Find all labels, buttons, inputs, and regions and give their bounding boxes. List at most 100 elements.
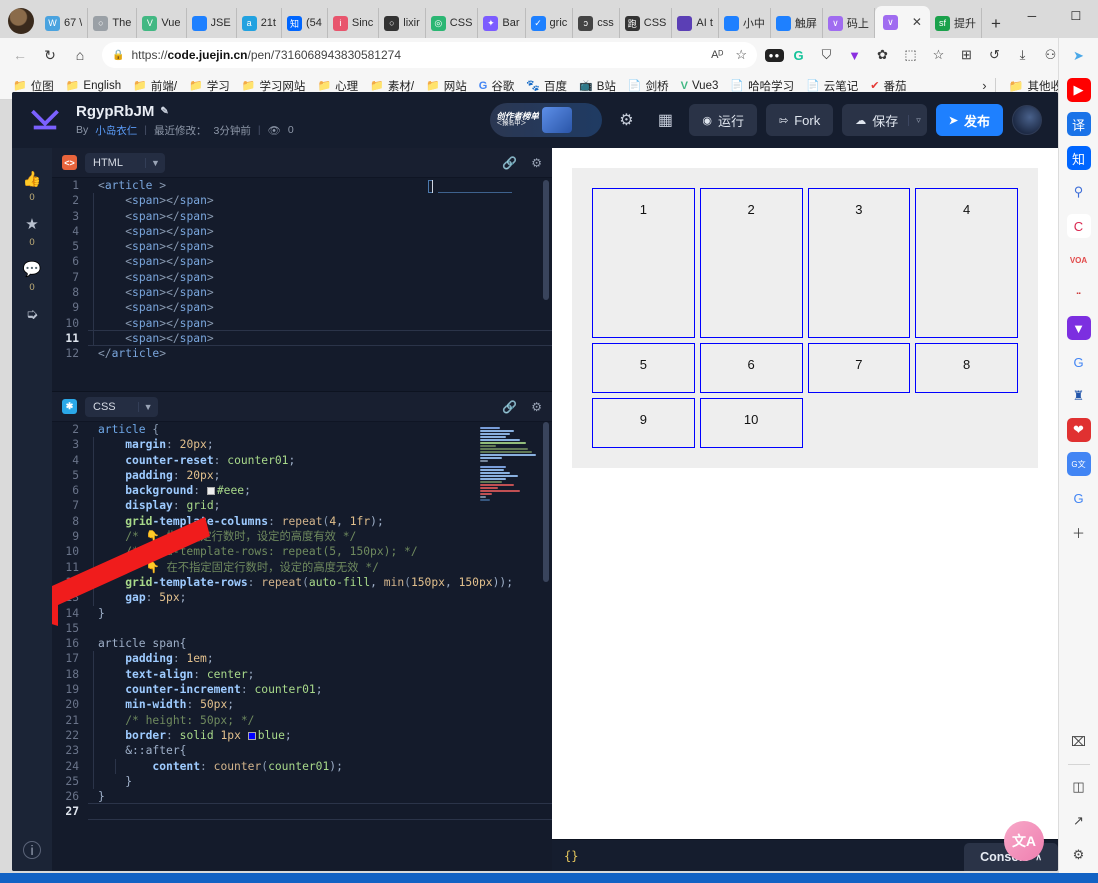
browser-tab-active[interactable]: ∨ ✕ [875,6,930,38]
code-line[interactable]: 19 counter-increment: counter01; [52,682,552,697]
run-button[interactable]: ◉ 运行 [689,104,757,136]
code-line[interactable]: 21 /* height: 50px; */ [52,713,552,728]
telegram-icon[interactable]: ➤ [1067,44,1091,68]
code-line[interactable]: 26} [52,789,552,804]
code-line[interactable]: 14} [52,606,552,621]
browser-tab[interactable]: 知 (54 [282,8,328,38]
code-line[interactable]: 4 counter-reset: counter01; [52,453,552,468]
code-line[interactable]: 27 [52,804,552,819]
browser-tab[interactable]: ○ The [88,8,137,38]
collections-icon[interactable]: ●● [765,49,784,62]
code-line[interactable]: 4 <span></span> [52,224,552,239]
code-line[interactable]: 25 } [52,774,552,789]
code-line[interactable]: 5 <span></span> [52,239,552,254]
back-button[interactable]: ← [6,42,34,68]
tiny-color-icon[interactable]: ▪▪ [1067,282,1091,306]
reload-button[interactable]: ↻ [36,42,64,68]
layout-grid-icon[interactable]: ▦ [650,105,680,135]
chevron-down-icon[interactable]: ▼ [138,402,158,412]
browser-tab[interactable]: ὏a 21t [237,8,282,38]
code-line[interactable]: 24 content: counter(counter01); [52,759,552,774]
code-line[interactable]: 10 /* grid-template-rows: repeat(5, 150p… [52,544,552,559]
grammarly-icon[interactable]: G [785,42,812,68]
css-language-select[interactable]: CSS ▼ [85,397,158,417]
code-line[interactable]: 7 display: grid; [52,498,552,513]
code-line[interactable]: 5 padding: 20px; [52,468,552,483]
downloads-icon[interactable]: ⤓ [1009,42,1036,68]
star-icon[interactable]: ★ [25,215,38,233]
browser-tab[interactable]: ✦ Bar [478,8,525,38]
code-line[interactable]: 11 <span></span> [52,331,552,346]
code-line[interactable]: 20 min-width: 50px; [52,697,552,712]
add-icon[interactable]: ＋ [1067,520,1091,544]
zhihu-icon[interactable]: 知 [1067,146,1091,170]
html-code-area[interactable]: 1 <article >2 <span></span> 3 <span></span… [52,178,552,391]
code-line[interactable]: 2 article { [52,422,552,437]
code-line[interactable]: 8 <span></span> [52,285,552,300]
add-favorite-icon[interactable]: ☆ [735,47,747,63]
youtube-icon[interactable]: ▶ [1067,78,1091,102]
code-line[interactable]: 9 <span></span> [52,300,552,315]
browser-tab[interactable]: ◎ CSS [426,8,479,38]
code-line[interactable]: 23 &::after{ [52,743,552,758]
sidebar-toggle-icon[interactable]: ◫ [1067,775,1091,799]
save-dropdown-caret[interactable]: ▿ [908,115,921,126]
comment-icon[interactable]: 💬 [23,260,42,278]
code-line[interactable]: 7 <span></span> [52,270,552,285]
browser-tab[interactable]: ∨ 码上 [823,8,875,38]
code-line[interactable]: 11 /* 👇 在不指定固定行数时，设定的高度无效 */ [52,560,552,575]
code-line[interactable]: 2 <span></span> [52,193,552,208]
code-line[interactable]: 15 [52,621,552,636]
code-minimap[interactable] [480,426,538,506]
home-button[interactable]: ⌂ [66,42,94,68]
google-icon[interactable]: G [1067,350,1091,374]
voa-icon[interactable]: VOA [1067,248,1091,272]
collections-add-icon[interactable]: ⊞ [953,42,980,68]
css-scrollbar[interactable] [540,422,552,871]
code-line[interactable]: 18 text-align: center; [52,667,552,682]
browser-tab[interactable]: i Sinc [328,8,379,38]
browser-tab[interactable]: sf 提升 [930,8,982,38]
code-line[interactable]: 3 <span></span> [52,209,552,224]
gear-icon[interactable]: ⚙ [611,105,641,135]
pencil-icon[interactable]: ✎ [160,106,168,117]
translate-bubble-button[interactable]: 文A [1004,821,1044,861]
code-line[interactable]: 6 background: #eee; [52,483,552,498]
browser-tab[interactable]: 触屏 [771,8,823,38]
purple-box-icon[interactable]: ▼ [1067,316,1091,340]
code-line[interactable]: 8 grid-template-columns: repeat(4, 1fr); [52,514,552,529]
code-line[interactable]: 12 grid-template-rows: repeat(auto-fill,… [52,575,552,590]
code-line[interactable]: 10 <span></span> [52,316,552,331]
code-line[interactable]: 1 <article > [52,178,552,193]
red-heart-icon[interactable]: ❤ [1067,418,1091,442]
browser-tab[interactable]: W 67 \ [40,8,88,38]
code-line[interactable]: 3 margin: 20px; [52,437,552,452]
link-icon[interactable]: 🔗 [502,156,517,170]
html-language-select[interactable]: HTML ▼ [85,153,165,173]
screenshot-icon[interactable]: ⌧ [1067,730,1091,754]
profile-avatar-button[interactable] [8,8,34,34]
gear-icon[interactable]: ⚙ [531,156,542,170]
translate-cn-icon[interactable]: 译 [1067,112,1091,136]
history-icon[interactable]: ↺ [981,42,1008,68]
publish-button[interactable]: ➤ 发布 [936,104,1003,136]
thumbs-up-icon[interactable]: 👍 [23,170,42,188]
juejin-logo-icon[interactable] [28,103,62,137]
browser-tab[interactable]: 跑 CSS [620,8,673,38]
code-line[interactable]: 12 </article> [52,346,552,361]
purple-extension-icon[interactable]: ▼ [841,42,868,68]
bookmarks-overflow-chevron[interactable]: › [982,78,986,93]
add-favorite-icon[interactable]: ☆ [925,42,952,68]
browser-tab[interactable]: ✓ gric [526,8,574,38]
gear-icon[interactable]: ⚙ [531,400,542,414]
fork-button[interactable]: ⇰ Fork [766,104,833,136]
csdn-icon[interactable]: C [1067,214,1091,238]
address-bar[interactable]: 🔒 https://code.juejin.cn/pen/73160689438… [102,42,757,68]
blue-app-icon[interactable]: ♜ [1067,384,1091,408]
open-external-icon[interactable]: ↗ [1067,809,1091,833]
search-icon[interactable]: ⚲ [1067,180,1091,204]
share-arrow-icon[interactable]: ➭ [26,305,39,323]
css-code-area[interactable]: 2 article {3 margin: 20px; 4 counter-reset… [52,422,552,871]
new-tab-button[interactable]: + [982,14,1010,38]
browser-tab[interactable]: ɔ css [573,8,620,38]
